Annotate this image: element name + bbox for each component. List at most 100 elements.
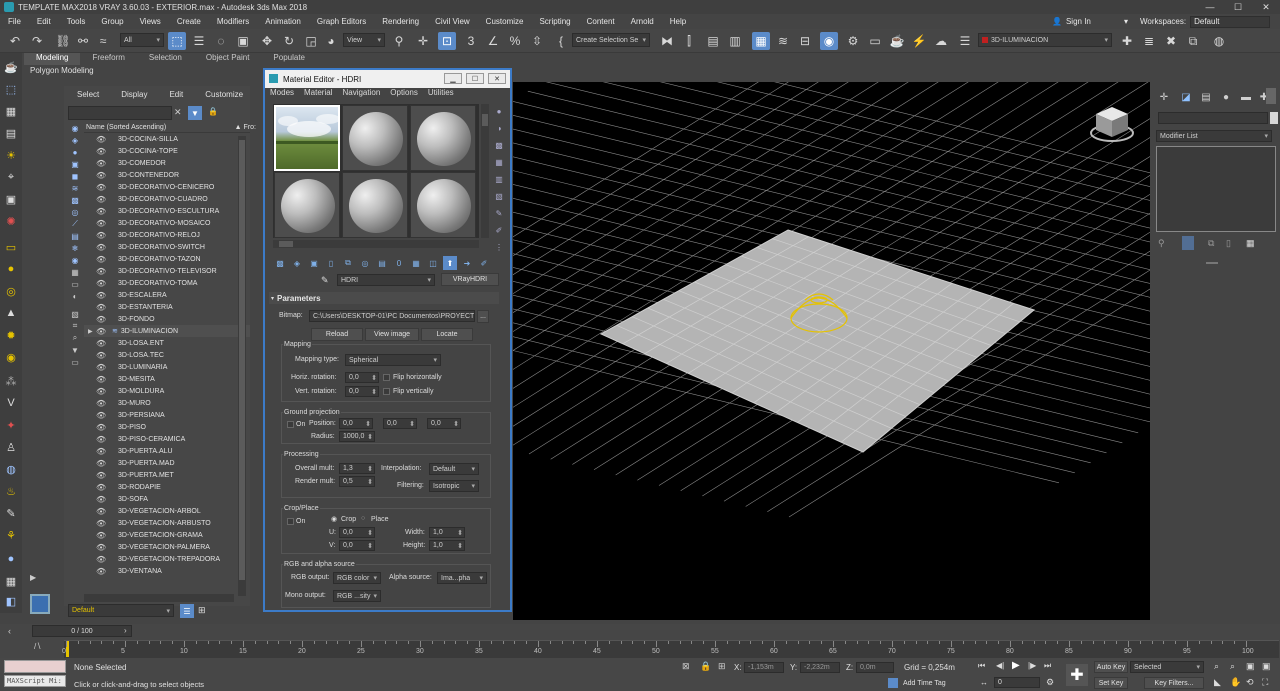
maximize-icon[interactable]: ☐ <box>1224 0 1252 14</box>
frozen-filter-icon[interactable]: ❄ <box>68 242 82 254</box>
expand-layer-icon[interactable]: ▶ <box>88 328 93 335</box>
menu-tools[interactable]: Tools <box>59 17 94 26</box>
list-item[interactable]: 👁 3D-VEGETACION-ARBUSTO <box>84 517 250 529</box>
explorer-hscrollbar[interactable] <box>84 594 234 602</box>
visibility-eye-icon[interactable]: 👁 <box>96 375 110 384</box>
layers-icon[interactable]: ≣ <box>1140 32 1158 50</box>
list-item[interactable]: 👁 3D-DECORATIVO-TELEVISOR <box>84 265 250 277</box>
layer-explorer-icon[interactable]: ▥ <box>726 32 744 50</box>
window-crossing-icon[interactable]: ▣ <box>234 32 252 50</box>
show-end-result-icon[interactable] <box>1182 236 1194 250</box>
tab-freeform[interactable]: Freeform <box>80 53 136 65</box>
rotate-icon[interactable]: ↻ <box>280 32 298 50</box>
menu-customize[interactable]: Customize <box>478 17 532 26</box>
render-mult-spinner[interactable]: 0,5 <box>339 476 375 487</box>
viewport-layout-icon[interactable] <box>30 594 50 614</box>
list-item[interactable]: 👁 3D-CONTENEDOR <box>84 169 250 181</box>
hidden-filter-icon[interactable]: ◉ <box>68 254 82 266</box>
flip-horizontally-checkbox[interactable] <box>383 374 390 381</box>
menu-edit[interactable]: Edit <box>29 17 59 26</box>
time-configuration-icon[interactable]: ⚙ <box>1046 677 1054 688</box>
make-unique-icon[interactable]: ◎ <box>358 256 372 270</box>
visibility-eye-icon[interactable]: 👁 <box>96 135 110 144</box>
list-item[interactable]: 👁 3D-PUERTA.ALU <box>84 445 250 457</box>
box-icon[interactable]: ▭ <box>3 239 19 255</box>
key-mode-icon[interactable]: ↔ <box>980 678 988 687</box>
crop-radio[interactable]: ◉ <box>331 515 337 523</box>
container-filter-icon[interactable]: ▤ <box>68 230 82 242</box>
helper-filter-icon[interactable]: ◼ <box>68 170 82 182</box>
expand-arrow-icon[interactable]: ▶ <box>30 573 40 583</box>
zoom-extents-icon[interactable]: ▣ <box>1246 661 1255 672</box>
sample-slot-2[interactable] <box>342 105 408 171</box>
add-to-layer-icon[interactable]: ✚ <box>1118 32 1136 50</box>
visibility-eye-icon[interactable]: 👁 <box>96 327 110 336</box>
hf-icon[interactable]: ✎ <box>3 505 19 521</box>
visibility-eye-icon[interactable]: 👁 <box>96 231 110 240</box>
list-item[interactable]: ▶ 👁 ≋ 3D-ILUMINACION <box>84 325 250 337</box>
lock-icon[interactable]: 🔒 <box>208 107 218 116</box>
geosphere-icon[interactable]: ◉ <box>3 349 19 365</box>
modify-tab-icon[interactable]: ◪ <box>1178 90 1194 104</box>
list-item[interactable]: 👁 3D-LOSA.TEC <box>84 349 250 361</box>
layer-manager-icon[interactable]: ☰ <box>956 32 974 50</box>
tab-selection[interactable]: Selection <box>137 53 194 65</box>
toggle-ribbon-icon[interactable]: ▦ <box>752 32 770 50</box>
sphere-blue-icon[interactable]: ● <box>3 551 19 567</box>
visibility-eye-icon[interactable]: 👁 <box>96 435 110 444</box>
list-item[interactable]: 👁 3D-VEGETACION-PALMERA <box>84 541 250 553</box>
stack-icon[interactable]: ⧉ <box>1184 32 1202 50</box>
list-item[interactable]: 👁 3D-DECORATIVO-RELOJ <box>84 229 250 241</box>
teapot-icon[interactable]: ☕ <box>3 59 19 75</box>
perspective-viewport[interactable] <box>513 82 1150 620</box>
list-item[interactable]: 👁 3D-SOFA <box>84 493 250 505</box>
u-spinner[interactable]: 0,0 <box>339 527 375 538</box>
hierarchy-tab-icon[interactable]: ▤ <box>1198 90 1214 104</box>
filtering-dropdown[interactable]: Isotropic <box>429 480 479 492</box>
visibility-eye-icon[interactable]: 👁 <box>96 567 110 576</box>
browse-button[interactable]: ... <box>477 310 489 323</box>
toggle-panel-icon[interactable]: ◧ <box>3 593 19 609</box>
explorer-menu-customize[interactable]: Customize <box>192 90 252 102</box>
tool-a-icon[interactable]: ▧ <box>68 308 82 320</box>
menu-arnold[interactable]: Arnold <box>623 17 662 26</box>
invert-icon[interactable]: ◐ <box>68 290 82 302</box>
fire-icon[interactable]: ♨ <box>3 483 19 499</box>
scene-explorer-toggle-icon[interactable]: ⊞ <box>198 605 210 617</box>
visibility-eye-icon[interactable]: 👁 <box>96 243 110 252</box>
visibility-eye-icon[interactable]: 👁 <box>96 315 110 324</box>
list-item[interactable]: 👁 3D-PUERTA.MET <box>84 469 250 481</box>
go-forward-sibling-icon[interactable]: ➜ <box>460 256 474 270</box>
select-icon[interactable]: ⬚ <box>3 81 19 97</box>
view-image-button[interactable]: View image <box>365 328 419 341</box>
modifier-list-dropdown[interactable]: Modifier List ▾ <box>1156 130 1272 142</box>
slots-vscrollbar[interactable] <box>481 104 489 238</box>
list-item[interactable]: 👁 3D-VEGETACION-ARBOL <box>84 505 250 517</box>
object-color-swatch[interactable] <box>1270 112 1278 124</box>
selection-filter-dropdown[interactable]: All <box>120 33 164 47</box>
set-key-big-icon[interactable]: ✚ <box>1066 664 1088 686</box>
sphere-icon[interactable]: ● <box>3 261 19 277</box>
list-item[interactable]: 👁 3D-DECORATIVO-CENICERO <box>84 181 250 193</box>
maxscript-mini-input[interactable]: MAXScript Mi: <box>4 675 66 687</box>
minimize-icon[interactable]: — <box>1196 0 1224 14</box>
menu-content[interactable]: Content <box>579 17 623 26</box>
z-coordinate-field[interactable]: 0,0m <box>856 662 894 673</box>
sun-icon[interactable]: ✹ <box>3 327 19 343</box>
visibility-eye-icon[interactable]: 👁 <box>96 279 110 288</box>
bone-filter-icon[interactable]: ⟋ <box>68 218 82 230</box>
copy-material-icon[interactable]: ⧉ <box>341 256 355 270</box>
isolate-selection-icon[interactable]: ⊠ <box>682 661 690 672</box>
display-none-icon[interactable]: ▭ <box>68 278 82 290</box>
absolute-mode-icon[interactable]: ⊞ <box>718 661 726 672</box>
list-item[interactable]: 👁 3D-VEGETACION-GRAMA <box>84 529 250 541</box>
document-icon[interactable]: ▦ <box>3 573 19 589</box>
visibility-eye-icon[interactable]: 👁 <box>96 447 110 456</box>
put-to-scene-icon[interactable]: ◈ <box>290 256 304 270</box>
position-y-spinner[interactable]: 0,0 <box>383 418 417 429</box>
visibility-eye-icon[interactable]: 👁 <box>96 267 110 276</box>
visibility-eye-icon[interactable]: 👁 <box>96 411 110 420</box>
visibility-eye-icon[interactable]: 👁 <box>96 303 110 312</box>
redo-icon[interactable]: ↷ <box>28 32 46 50</box>
slots-hscrollbar[interactable] <box>273 240 479 248</box>
